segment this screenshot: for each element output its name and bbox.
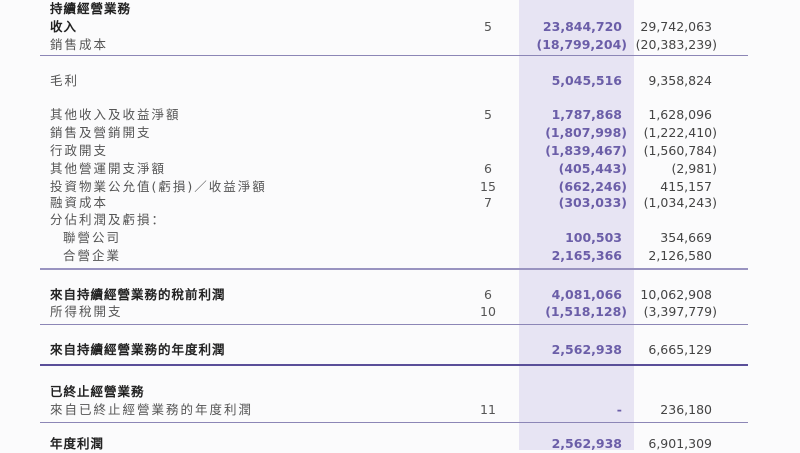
current-year-value: 2,165,366 <box>551 248 622 263</box>
prior-year-value: (1,034,243) <box>643 195 717 210</box>
row-label: 銷售及營銷開支 <box>50 125 152 140</box>
row-label: 分佔利潤及虧損： <box>50 212 167 227</box>
statement-row: 所得稅開支 10 (1,518,128) (3,397,779) <box>0 303 800 321</box>
statement-row: 已終止經營業務 <box>0 383 800 401</box>
note-number: 10 <box>480 304 496 319</box>
current-year-value: 100,503 <box>565 230 622 245</box>
row-label: 持續經營業務 <box>50 1 132 16</box>
current-year-value: (1,839,467) <box>545 143 627 158</box>
statement-row: 行政開支 (1,839,467) (1,560,784) <box>0 142 800 160</box>
current-year-value: 5,045,516 <box>551 73 622 88</box>
prior-year-value: 1,628,096 <box>648 107 712 122</box>
row-label: 來自已終止經營業務的年度利潤 <box>50 402 254 417</box>
prior-year-value: 6,901,309 <box>648 436 712 451</box>
note-number: 6 <box>484 161 492 176</box>
row-label: 銷售成本 <box>50 37 109 52</box>
current-year-value: 23,844,720 <box>542 19 622 34</box>
divider <box>40 324 748 325</box>
current-year-value: 2,562,938 <box>551 436 622 451</box>
current-year-value: (1,518,128) <box>545 304 627 319</box>
statement-row: 銷售成本 (18,799,204) (20,383,239) <box>0 36 800 54</box>
divider <box>40 422 748 423</box>
note-number: 6 <box>484 287 492 302</box>
current-year-value: (1,807,998) <box>545 125 627 140</box>
statement-row: 年度利潤 2,562,938 6,901,309 <box>0 435 800 453</box>
row-label: 來自持續經營業務的年度利潤 <box>50 342 226 357</box>
statement-row: 毛利 5,045,516 9,358,824 <box>0 72 800 90</box>
statement-row: 融資成本 7 (303,033) (1,034,243) <box>0 194 800 212</box>
row-label: 其他收入及收益淨額 <box>50 107 181 122</box>
statement-row: 聯營公司 100,503 354,669 <box>0 229 800 247</box>
statement-row: 銷售及營銷開支 (1,807,998) (1,222,410) <box>0 124 800 142</box>
row-label: 行政開支 <box>50 143 109 158</box>
current-year-value: 1,787,868 <box>551 107 622 122</box>
statement-row: 來自已終止經營業務的年度利潤 11 - 236,180 <box>0 401 800 419</box>
row-label: 合營企業 <box>63 248 122 263</box>
current-year-value: 4,081,066 <box>551 287 622 302</box>
row-label: 所得稅開支 <box>50 304 123 319</box>
prior-year-value: 10,062,908 <box>640 287 712 302</box>
divider <box>40 364 748 366</box>
current-year-value: - <box>616 402 622 417</box>
prior-year-value: (1,560,784) <box>643 143 717 158</box>
row-label: 毛利 <box>50 73 80 88</box>
prior-year-value: 9,358,824 <box>648 73 712 88</box>
note-number: 7 <box>484 195 492 210</box>
statement-row: 持續經營業務 <box>0 0 800 18</box>
row-label: 年度利潤 <box>50 436 105 451</box>
row-label: 收入 <box>50 19 78 34</box>
current-year-value: 2,562,938 <box>551 342 622 357</box>
statement-row: 分佔利潤及虧損： <box>0 211 800 229</box>
row-label: 來自持續經營業務的稅前利潤 <box>50 287 226 302</box>
prior-year-value: (3,397,779) <box>643 304 717 319</box>
note-number: 5 <box>484 107 492 122</box>
prior-year-value: 2,126,580 <box>648 248 712 263</box>
current-year-value: (405,443) <box>558 161 627 176</box>
row-label: 融資成本 <box>50 195 109 210</box>
row-label: 其他營運開支淨額 <box>50 161 167 176</box>
prior-year-value: 29,742,063 <box>640 19 712 34</box>
current-year-value: (303,033) <box>558 195 627 210</box>
note-number: 5 <box>484 19 492 34</box>
prior-year-value: (2,981) <box>671 161 717 176</box>
prior-year-value: (1,222,410) <box>643 125 717 140</box>
row-label: 已終止經營業務 <box>50 384 145 399</box>
divider <box>40 268 748 270</box>
statement-row: 其他營運開支淨額 6 (405,443) (2,981) <box>0 160 800 178</box>
statement-row: 其他收入及收益淨額 5 1,787,868 1,628,096 <box>0 106 800 124</box>
note-number: 11 <box>480 402 496 417</box>
statement-row: 合營企業 2,165,366 2,126,580 <box>0 247 800 265</box>
row-label: 聯營公司 <box>63 230 122 245</box>
statement-row: 來自持續經營業務的年度利潤 2,562,938 6,665,129 <box>0 341 800 359</box>
divider <box>40 55 748 56</box>
statement-row: 收入 5 23,844,720 29,742,063 <box>0 18 800 36</box>
current-year-value: (18,799,204) <box>536 37 627 52</box>
statement-row: 來自持續經營業務的稅前利潤 6 4,081,066 10,062,908 <box>0 286 800 304</box>
prior-year-value: (20,383,239) <box>635 37 717 52</box>
prior-year-value: 6,665,129 <box>648 342 712 357</box>
prior-year-value: 354,669 <box>660 230 712 245</box>
prior-year-value: 236,180 <box>660 402 712 417</box>
